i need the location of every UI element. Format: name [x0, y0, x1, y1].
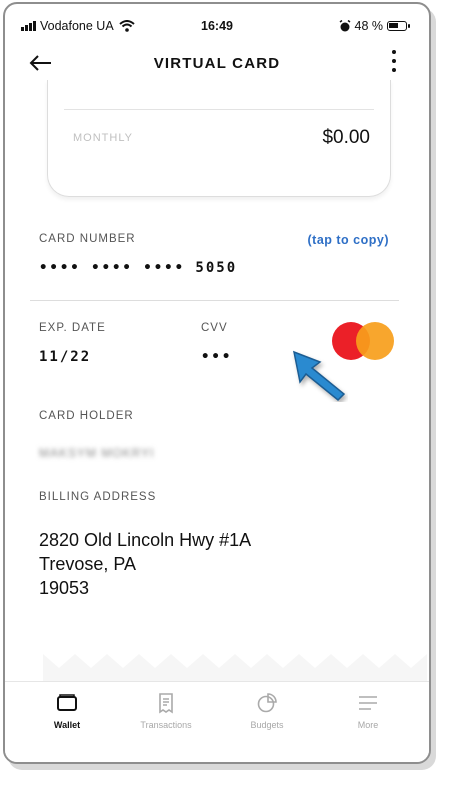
wallet-icon [57, 694, 77, 711]
more-options-icon[interactable] [391, 50, 397, 72]
billing-address-line: 2820 Old Lincoln Hwy #1A [39, 530, 252, 550]
tab-bar: Wallet Transactions Budgets More [5, 681, 429, 762]
tab-budgets[interactable]: Budgets [217, 692, 317, 730]
menu-icon [359, 696, 377, 710]
pointer-arrow-icon [292, 350, 346, 402]
balance-divider [64, 109, 374, 110]
exp-date-label: EXP. DATE [39, 322, 106, 334]
battery-percent: 48 % [354, 19, 384, 33]
tab-label: More [357, 720, 379, 730]
pie-chart-icon [257, 693, 277, 713]
billing-address: 2820 Old Lincoln Hwy #1A Trevose, PA 190… [39, 528, 251, 600]
cvv-value[interactable]: ••• [201, 349, 232, 365]
card-number-label: CARD NUMBER [39, 233, 136, 245]
battery-icon [387, 21, 410, 31]
tab-label: Wallet [53, 720, 81, 730]
billing-address-line: 19053 [39, 578, 90, 598]
balance-card: MONTHLY $0.00 [47, 80, 391, 197]
billing-address-label: BILLING ADDRESS [39, 491, 157, 503]
card-holder-value: MAKSYM MOKRYI [39, 446, 155, 460]
status-bar: Vodafone UA 16:49 48 % [5, 4, 429, 44]
billing-address-line: Trevose, PA [39, 554, 137, 574]
cvv-label: CVV [201, 322, 228, 334]
tab-wallet[interactable]: Wallet [17, 692, 117, 730]
balance-label: MONTHLY [73, 132, 133, 144]
tab-transactions[interactable]: Transactions [116, 692, 216, 730]
alarm-icon [339, 20, 350, 32]
card-number-value[interactable]: •••• •••• •••• 5050 [39, 260, 237, 276]
phone-frame: Vodafone UA 16:49 48 % VIRTUAL CARD MONT… [3, 2, 431, 764]
section-divider [30, 300, 399, 301]
card-holder-label: CARD HOLDER [39, 410, 134, 422]
tab-label: Transactions [140, 720, 192, 730]
tab-more[interactable]: More [318, 692, 418, 730]
receipt-icon [159, 693, 173, 714]
exp-date-value: 11/22 [39, 349, 92, 365]
balance-value: $0.00 [322, 127, 370, 148]
page-title: VIRTUAL CARD [153, 55, 281, 72]
receipt-edge [43, 654, 427, 682]
tab-label: Budgets [250, 720, 284, 730]
copy-card-number-link[interactable]: (tap to copy) [308, 233, 390, 247]
status-right: 48 % [339, 19, 410, 33]
